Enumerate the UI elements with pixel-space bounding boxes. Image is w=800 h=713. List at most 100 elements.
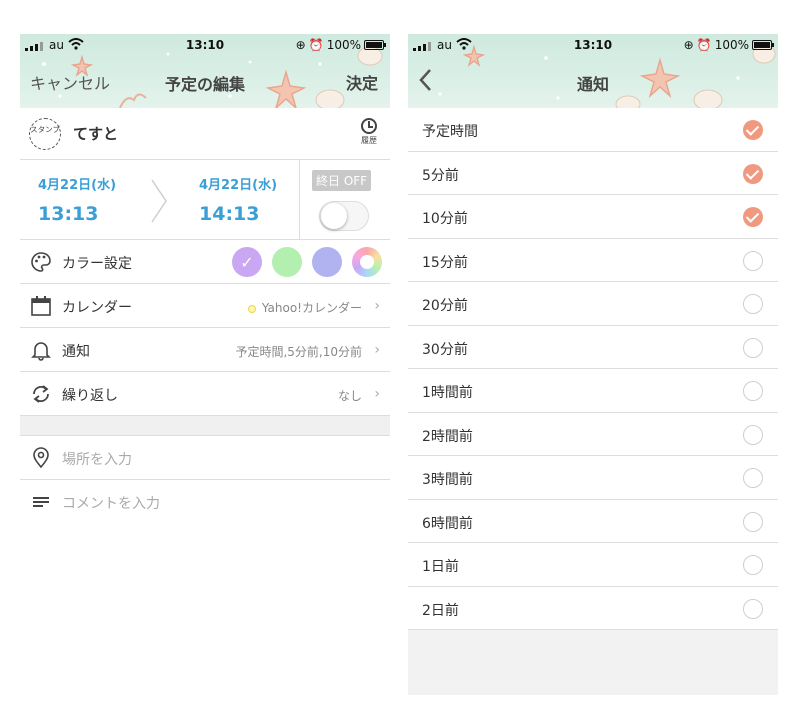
color-swatch-green[interactable] xyxy=(272,247,302,277)
color-setting-label: カラー設定 xyxy=(62,256,132,272)
stamp-label: スタンプ xyxy=(30,125,60,134)
page-title: 通知 xyxy=(576,75,609,94)
notification-option-label: 2日前 xyxy=(422,602,459,619)
color-setting-row: カラー設定 ✓ xyxy=(20,240,390,284)
chevron-right-icon: › xyxy=(374,298,380,314)
repeat-row[interactable]: 繰り返し なし › xyxy=(20,372,390,416)
notification-option[interactable]: 20分前 xyxy=(408,282,778,326)
header-banner: au 13:10 ⊕ ⏰ 100% 通知 xyxy=(408,34,778,108)
unchecked-circle-icon[interactable] xyxy=(743,294,763,314)
notification-option-label: 予定時間 xyxy=(422,124,478,140)
date-row: 4月22日(水) 13:13 4月22日(水) 14:13 終日 OFF xyxy=(20,160,390,240)
palette-icon xyxy=(31,252,51,272)
notification-row[interactable]: 通知 予定時間,5分前,10分前 › xyxy=(20,328,390,372)
unchecked-circle-icon[interactable] xyxy=(743,250,763,271)
notification-option[interactable]: 2時間前 xyxy=(408,413,778,456)
repeat-label: 繰り返し xyxy=(62,388,118,404)
notification-option[interactable]: 2日前 xyxy=(408,587,778,630)
notification-option-label: 1時間前 xyxy=(422,385,473,401)
unchecked-circle-icon[interactable] xyxy=(743,424,763,445)
notification-option-label: 20分前 xyxy=(422,298,468,314)
chevron-right-icon: › xyxy=(374,386,380,402)
repeat-icon xyxy=(33,385,49,403)
notification-option-label: 5分前 xyxy=(422,167,459,184)
unchecked-circle-icon[interactable] xyxy=(743,381,763,401)
location-pin-icon xyxy=(33,447,49,469)
notification-option[interactable]: 1時間前 xyxy=(408,369,778,413)
notification-option-label: 3時間前 xyxy=(422,472,473,488)
calendar-label: カレンダー xyxy=(62,300,132,316)
notification-option[interactable]: 1日前 xyxy=(408,543,778,587)
section-divider xyxy=(20,416,390,436)
notification-options-list: 予定時間 5分前 10分前 15分前 20分前 30分前 1時間前 2時間前 3時間前 6時間前 1… xyxy=(408,108,778,630)
notification-option-label: 1日前 xyxy=(422,559,459,575)
page-title: 予定の編集 xyxy=(164,75,245,94)
unchecked-circle-icon[interactable] xyxy=(743,598,763,619)
battery-percent: 100% xyxy=(326,38,361,52)
checked-circle-icon[interactable] xyxy=(743,207,763,227)
notification-value: 予定時間,5分前,10分前 xyxy=(235,345,362,359)
status-bar: au 13:10 ⊕ ⏰ 100% xyxy=(20,37,390,55)
start-time: 13:13 xyxy=(38,203,99,225)
notification-option[interactable]: 15分前 xyxy=(408,239,778,282)
checked-circle-icon[interactable] xyxy=(743,120,763,140)
unchecked-circle-icon[interactable] xyxy=(743,468,763,488)
rotation-lock-icon: ⊕ xyxy=(683,38,694,52)
color-swatch-custom[interactable] xyxy=(352,247,382,277)
clock-icon xyxy=(361,118,377,134)
battery-percent: 100% xyxy=(714,38,749,52)
allday-toggle[interactable] xyxy=(319,201,369,231)
alarm-icon: ⏰ xyxy=(308,38,324,52)
event-title-input[interactable]: てすと xyxy=(73,123,118,144)
history-button[interactable]: 履歴 xyxy=(358,118,380,146)
calendar-color-dot xyxy=(247,304,256,313)
stamp-button[interactable]: スタンプ xyxy=(29,118,61,150)
notification-option[interactable]: 10分前 xyxy=(408,195,778,239)
allday-label: 終日 OFF xyxy=(312,170,372,191)
checked-circle-icon[interactable] xyxy=(743,163,763,184)
notification-option[interactable]: 予定時間 xyxy=(408,108,778,152)
end-date: 4月22日(水) xyxy=(199,178,278,193)
notification-option-label: 10分前 xyxy=(422,211,468,227)
end-time: 14:13 xyxy=(199,203,260,225)
unchecked-circle-icon[interactable] xyxy=(743,511,763,532)
confirm-button[interactable]: 決定 xyxy=(346,70,378,94)
color-swatch-blue[interactable] xyxy=(312,247,342,277)
alarm-icon: ⏰ xyxy=(696,38,712,52)
status-bar: au 13:10 ⊕ ⏰ 100% xyxy=(408,37,778,55)
header-banner: au 13:10 ⊕ ⏰ 100% キャンセル 予定の編集 決定 xyxy=(20,34,390,108)
allday-section: 終日 OFF xyxy=(299,160,390,240)
notification-screen: au 13:10 ⊕ ⏰ 100% 通知 予定時間 5分前 10分前 15分前 20分前… xyxy=(408,34,778,695)
start-datetime[interactable]: 4月22日(水) 13:13 xyxy=(38,174,138,225)
calendar-icon xyxy=(31,296,51,316)
notification-option[interactable]: 6時間前 xyxy=(408,500,778,543)
calendar-value: Yahoo!カレンダー xyxy=(261,301,362,315)
nav-bar: 通知 xyxy=(408,60,778,100)
start-date: 4月22日(水) xyxy=(38,178,117,193)
location-field[interactable]: 場所を入力 xyxy=(20,436,390,480)
calendar-row[interactable]: カレンダー Yahoo!カレンダー › xyxy=(20,284,390,328)
comment-field[interactable]: コメントを入力 xyxy=(20,480,390,524)
unchecked-circle-icon[interactable] xyxy=(743,337,763,358)
notification-option[interactable]: 30分前 xyxy=(408,326,778,369)
battery-icon xyxy=(364,40,386,50)
color-swatches: ✓ xyxy=(232,247,382,277)
unchecked-circle-icon[interactable] xyxy=(743,555,763,575)
text-lines-icon xyxy=(33,497,49,507)
notification-option[interactable]: 5分前 xyxy=(408,152,778,195)
title-row: スタンプ てすと 履歴 xyxy=(20,108,390,160)
notification-option[interactable]: 3時間前 xyxy=(408,456,778,500)
notification-option-label: 30分前 xyxy=(422,341,468,358)
repeat-value: なし xyxy=(337,389,362,403)
comment-placeholder: コメントを入力 xyxy=(62,496,160,512)
notification-option-label: 2時間前 xyxy=(422,428,473,445)
color-swatch-purple[interactable]: ✓ xyxy=(232,247,262,277)
chevron-right-icon xyxy=(151,179,167,223)
notification-option-label: 6時間前 xyxy=(422,515,473,532)
history-label: 履歴 xyxy=(361,136,377,145)
end-datetime[interactable]: 4月22日(水) 14:13 xyxy=(199,174,299,225)
notification-label: 通知 xyxy=(62,344,90,360)
battery-icon xyxy=(752,40,774,50)
edit-event-screen: au 13:10 ⊕ ⏰ 100% キャンセル 予定の編集 決定 スタンプ てす… xyxy=(20,34,390,554)
location-placeholder: 場所を入力 xyxy=(62,452,132,468)
